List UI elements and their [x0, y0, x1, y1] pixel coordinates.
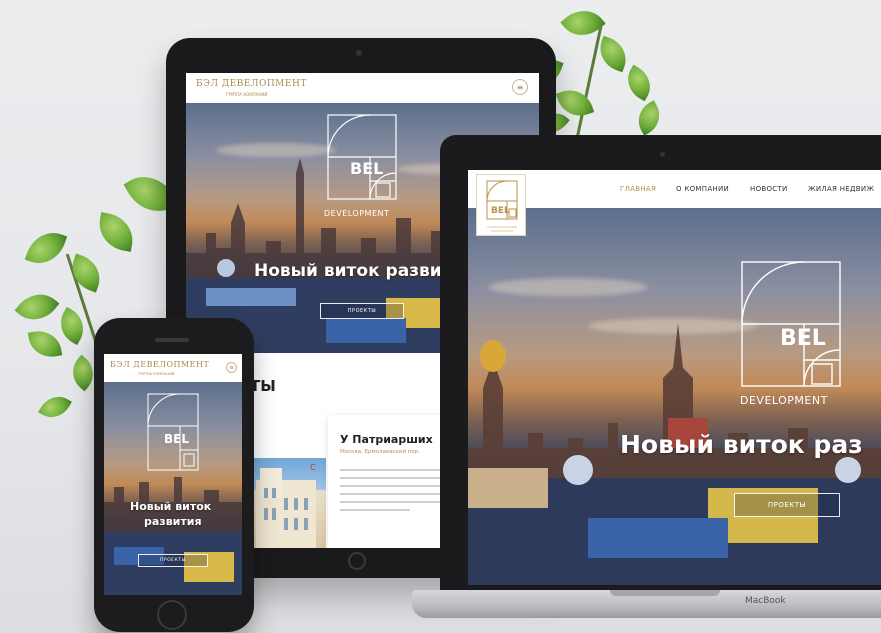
tablet-logo-sub: DEVELOPMENT — [324, 209, 390, 218]
laptop-logo-icon: BEL — [486, 180, 518, 232]
nav-item-about[interactable]: О КОМПАНИИ — [676, 185, 729, 193]
laptop-logo-sub: DEVELOPMENT — [740, 394, 828, 407]
card-text-line — [340, 493, 440, 495]
laptop-camera — [660, 152, 665, 157]
tablet-projects-button[interactable]: ПРОЕКТЫ — [320, 303, 404, 319]
nav-item-home[interactable]: ГЛАВНАЯ — [620, 185, 656, 193]
phone-screen: БЭЛ ДЕВЕЛОПМЕНТ ГРУППА КОМПАНИЙ ≡ BEL Но… — [104, 354, 242, 595]
laptop-hero: BEL DEVELOPMENT Новый виток раз ПРОЕКТЫ — [468, 208, 881, 585]
nav-item-news[interactable]: НОВОСТИ — [750, 185, 788, 193]
tablet-brand-sub: ГРУППА КОМПАНИЙ — [226, 92, 268, 97]
card-title: У Патриарших — [340, 433, 433, 446]
phone-hero-title-line1: Новый виток — [130, 500, 212, 513]
phone-site-header: БЭЛ ДЕВЕЛОПМЕНТ ГРУППА КОМПАНИЙ ≡ — [104, 354, 242, 382]
tablet-project-image[interactable]: С — [250, 458, 326, 548]
phone-brand-name[interactable]: БЭЛ ДЕВЕЛОПМЕНТ — [110, 360, 209, 369]
tablet-menu-icon[interactable]: ≡ — [512, 79, 528, 95]
tablet-brand-name[interactable]: БЭЛ ДЕВЕЛОПМЕНТ — [196, 79, 307, 89]
tablet-site-header: БЭЛ ДЕВЕЛОПМЕНТ ГРУППА КОМПАНИЙ ≡ — [186, 73, 539, 103]
tablet-hero-title: Новый виток разви — [254, 261, 442, 281]
tablet-camera — [356, 50, 362, 56]
laptop-trackpad-notch — [610, 590, 720, 596]
tablet-home-button[interactable] — [348, 552, 366, 570]
phone-logo-word: BEL — [164, 432, 189, 446]
laptop-site-header: BEL ГЛАВНАЯ О КОМПАНИИ НОВОСТИ ЖИЛАЯ НЕД… — [468, 170, 881, 236]
phone-projects-button[interactable]: ПРОЕКТЫ — [138, 554, 208, 567]
phone-menu-icon[interactable]: ≡ — [226, 362, 237, 373]
svg-text:BEL: BEL — [491, 206, 510, 216]
nav-item-residential[interactable]: ЖИЛАЯ НЕДВИЖ — [808, 185, 874, 193]
phone-home-button[interactable] — [157, 600, 187, 630]
phone-hero-title-line2: развития — [144, 515, 202, 528]
tablet-logo-word: BEL — [350, 159, 384, 178]
laptop-logo-word: BEL — [780, 326, 826, 351]
laptop-logo-mark: BEL DEVELOPMENT — [740, 260, 842, 420]
laptop-hero-title: Новый виток раз — [620, 430, 863, 459]
phone-logo-mark: BEL — [146, 392, 200, 490]
phone-speaker — [155, 338, 189, 342]
card-text-line — [340, 485, 440, 487]
card-address: Москва, Ермолаевский пер. — [340, 449, 421, 455]
phone-hero: BEL Новый виток развития ПРОЕКТЫ — [104, 382, 242, 595]
card-text-line — [340, 477, 440, 479]
tablet-logo-mark: BEL DEVELOPMENT — [324, 113, 398, 225]
card-text-line — [340, 509, 410, 511]
laptop-brand-label: MacBook — [745, 596, 786, 606]
svg-text:С: С — [310, 463, 316, 472]
card-text-line — [340, 469, 440, 471]
card-text-line — [340, 501, 440, 503]
laptop-screen: BEL ГЛАВНАЯ О КОМПАНИИ НОВОСТИ ЖИЛАЯ НЕД… — [468, 170, 881, 585]
phone-brand-sub: ГРУППА КОМПАНИЙ — [138, 372, 175, 376]
laptop-projects-button[interactable]: ПРОЕКТЫ — [734, 493, 840, 517]
laptop-logo-box[interactable]: BEL — [476, 174, 526, 236]
